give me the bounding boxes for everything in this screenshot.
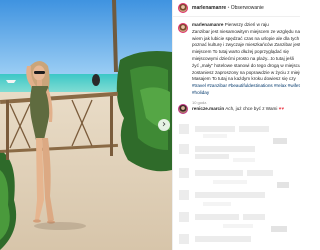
carousel-next-button[interactable]: › <box>158 119 170 131</box>
comment-text: renicze.marcin Ach, już chce być z Wami … <box>192 104 284 114</box>
caption-body: marlenamanre Pierwszy dzień w raju Zanzi… <box>192 22 300 107</box>
avatar-icon[interactable] <box>178 3 188 13</box>
caption-line: marlenamanre Pierwszy dzień w raju <box>192 22 300 29</box>
post-header: marlenamanre • Obserwowanie <box>173 0 300 17</box>
caption-line: miejscem To tutaj warto dłużej poprzyglą… <box>192 49 289 55</box>
chevron-right-icon: › <box>162 119 166 130</box>
hashtag-link[interactable]: #travel #zanzibar #beautifuldestinations… <box>192 83 300 90</box>
caption-line: poznać kulturę i zwyczaje mieszkańców Za… <box>192 42 300 48</box>
post-photo[interactable]: › <box>0 0 172 250</box>
caption-username[interactable]: marlenamanre <box>192 22 223 27</box>
comment-username[interactable]: renicze.marcin <box>192 106 224 111</box>
comment-item: renicze.marcin Ach, już chce być z Wami … <box>173 104 300 114</box>
post-photo-illustration <box>0 0 172 250</box>
header-username[interactable]: marlenamanre <box>192 5 226 11</box>
caption-line: miejscowymi dziećmi prosto na plaży...to… <box>192 55 294 61</box>
post-caption: marlenamanre Pierwszy dzień w raju Zanzi… <box>173 22 300 107</box>
caption-line: wiem jak lubicie spędzać czas na urlopie… <box>192 35 300 41</box>
heart-icon: ♥♥ <box>278 106 285 111</box>
blurred-comments-illustration <box>179 124 289 244</box>
caption-line: zostaniesz zaproszony na poprawdzie w ży… <box>192 69 300 75</box>
caption-line: żyć „mały” hotelowe stanowi do tego drog… <box>192 62 300 68</box>
caption-line: Masajem To tutaj na każdym kroku dowiesz… <box>192 76 296 82</box>
post-panel: marlenamanre • Obserwowanie marlenamanre… <box>172 0 300 250</box>
caption-text: Pierwszy dzień w raju <box>223 22 269 27</box>
avatar-icon[interactable] <box>178 104 188 114</box>
avatar-icon[interactable] <box>178 23 188 33</box>
hashtag-link[interactable]: #holiday <box>192 90 300 97</box>
header-text: marlenamanre • Obserwowanie <box>192 5 264 11</box>
comment-body: Ach, już chce być z Wami <box>224 106 279 111</box>
caption-line: Zanzibar jest niesamowitym miejscem ze w… <box>192 28 300 34</box>
follow-button[interactable]: Obserwowanie <box>231 5 264 11</box>
blurred-comments <box>173 118 300 250</box>
